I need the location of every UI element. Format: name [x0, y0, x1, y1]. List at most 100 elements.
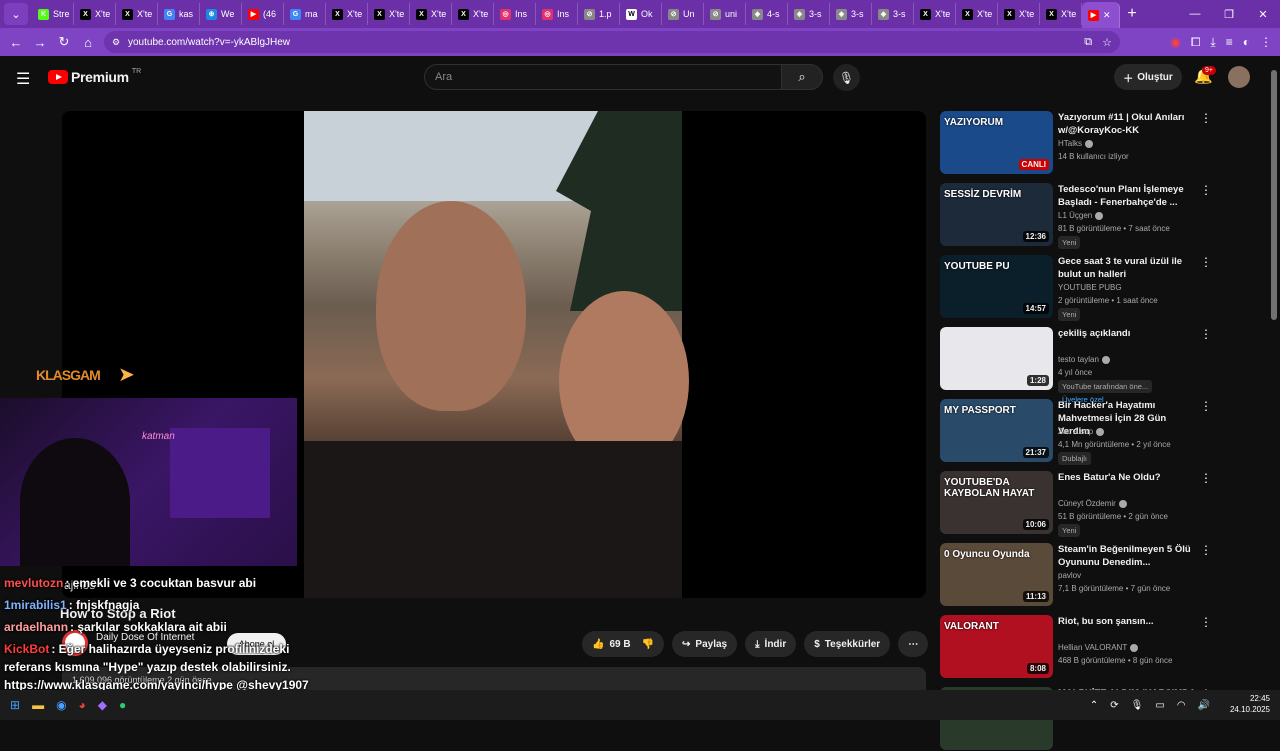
video-thumbnail[interactable]: SESSİZ DEVRİM 12:36 — [940, 183, 1053, 246]
browser-tab[interactable]: ⊘ 1.p — [578, 3, 620, 25]
browser-tab[interactable]: ◈ 4-s — [746, 3, 788, 25]
recommended-video[interactable]: YAZIYORUM CANLI Yazıyorum #11 | Okul Anıla… — [940, 111, 1220, 175]
close-window-icon[interactable]: ✕ — [1246, 8, 1280, 21]
windows-start-icon[interactable]: ⊞ — [10, 698, 20, 712]
browser-tab[interactable]: X X'te — [914, 3, 956, 25]
reload-icon[interactable]: ↻ — [52, 34, 76, 50]
recommended-video[interactable]: VALORANT 8:08 Riot, bu son şansın... Hellia… — [940, 615, 1220, 679]
thumbs-down-icon[interactable]: 👎 — [642, 639, 654, 650]
video-frame[interactable] — [304, 111, 689, 598]
recommended-video[interactable]: MY PASSPORT 21:37 Bir Hacker'a Hayatımı Ma… — [940, 399, 1220, 465]
browser-menu-icon[interactable]: ⋮ — [1260, 35, 1272, 49]
browser-tab[interactable]: ◈ 3-s — [872, 3, 914, 25]
recommended-channel[interactable]: testo taylan — [1058, 355, 1110, 364]
more-options-icon[interactable]: ⋮ — [1200, 615, 1212, 629]
app-taskbar-icon[interactable]: ◆ — [98, 698, 107, 712]
chat-username[interactable]: KickBot — [4, 642, 49, 656]
download-button[interactable]: ⤓ İndir — [745, 631, 797, 657]
browser-tab[interactable]: X X'te — [998, 3, 1040, 25]
media-control-icon[interactable]: ≡ — [1226, 35, 1233, 49]
file-explorer-icon[interactable]: ▬ — [32, 698, 44, 712]
browser-tab[interactable]: ⊘ Un — [662, 3, 704, 25]
recommended-channel[interactable]: YOUTUBE PUBG — [1058, 283, 1122, 292]
browser-tab[interactable]: ⊘ uni — [704, 3, 746, 25]
browser-tab[interactable]: X X'te — [956, 3, 998, 25]
voice-search-button[interactable]: 🎙 — [833, 64, 860, 91]
recommended-title[interactable]: Tedesco'nun Planı İşlemeye Başladı - Fen… — [1058, 183, 1198, 209]
tab-search-button[interactable]: ⌄ — [4, 3, 28, 25]
more-options-icon[interactable]: ⋮ — [1200, 255, 1212, 269]
network-icon[interactable]: ▭ — [1155, 700, 1164, 711]
sync-icon[interactable]: ⟳ — [1110, 700, 1118, 711]
create-button[interactable]: ＋ Oluştur — [1114, 64, 1182, 90]
browser-tab[interactable]: Gma — [284, 3, 326, 25]
download-icon[interactable]: ⤓ — [1210, 35, 1215, 50]
search-input[interactable]: Ara — [424, 64, 782, 90]
back-icon[interactable]: ← — [4, 35, 28, 50]
recommended-channel[interactable]: Hellian VALORANT — [1058, 643, 1139, 652]
forward-icon[interactable]: → — [28, 35, 52, 50]
chrome-taskbar-icon[interactable]: ◕ — [79, 698, 86, 712]
tray-chevron-icon[interactable]: ⌃ — [1090, 700, 1098, 711]
search-button[interactable]: ⌕ — [781, 64, 823, 90]
more-options-icon[interactable]: ⋮ — [1200, 183, 1212, 197]
chat-username[interactable]: 1mirabilis1 — [4, 598, 67, 612]
browser-tab[interactable]: Gkas — [158, 3, 200, 25]
video-thumbnail[interactable]: VALORANT 8:08 — [940, 615, 1053, 678]
account-avatar[interactable] — [1228, 66, 1250, 88]
recommended-channel[interactable]: Cüneyt Özdemir — [1058, 499, 1127, 508]
video-thumbnail[interactable]: YOUTUBE'DA KAYBOLAN HAYAT 10:06 — [940, 471, 1053, 534]
recommended-video[interactable]: 0 Oyuncu Oyunda 11:13 Steam'in Beğenilmeye… — [940, 543, 1220, 607]
chat-username[interactable]: ardaelhann — [4, 620, 68, 634]
browser-tab[interactable]: X X'te — [410, 3, 452, 25]
recommended-title[interactable]: Enes Batur'a Ne Oldu? — [1058, 471, 1198, 484]
recommended-title[interactable]: çekiliş açıklandı — [1058, 327, 1198, 340]
close-tab-icon[interactable]: ✕ — [1103, 10, 1111, 21]
more-options-icon[interactable]: ⋮ — [1200, 399, 1212, 413]
recommended-video[interactable]: 1:28 çekiliş açıklandı testo taylan 4 yıl ö… — [940, 327, 1220, 404]
browser-tab[interactable]: ◎ Ins — [536, 3, 578, 25]
recommended-channel[interactable]: L1 Üçgen — [1058, 211, 1104, 220]
browser-taskbar-icon[interactable]: ◉ — [56, 698, 66, 712]
browser-tab[interactable]: X X'te — [1040, 3, 1082, 25]
video-thumbnail[interactable]: 1:28 — [940, 327, 1053, 390]
like-button[interactable]: 👍 69 B 👎 — [582, 631, 665, 657]
system-clock[interactable]: 22:45 24.10.2025 — [1230, 693, 1270, 715]
recommended-title[interactable]: Steam'in Beğenilmeyen 5 Ölü Oyununu Dene… — [1058, 543, 1198, 569]
recommended-channel[interactable]: pavlov — [1058, 571, 1081, 580]
browser-tab[interactable]: ◎ Ins — [494, 3, 536, 25]
page-scrollbar[interactable] — [1271, 70, 1277, 320]
hamburger-menu-icon[interactable]: ☰ — [16, 69, 30, 89]
tab-youtube-active[interactable]: ▶ ✕ — [1082, 2, 1120, 28]
more-options-icon[interactable]: ⋮ — [1200, 471, 1212, 485]
volume-icon[interactable]: 🔊 — [1198, 700, 1210, 711]
more-options-icon[interactable]: ⋮ — [1200, 111, 1212, 125]
share-button[interactable]: ↪ Paylaş — [672, 631, 738, 657]
video-thumbnail[interactable]: MY PASSPORT 21:37 — [940, 399, 1053, 462]
install-app-icon[interactable]: ⧉ — [1084, 36, 1092, 49]
recommended-video[interactable]: SESSİZ DEVRİM 12:36 Tedesco'nun Planı İşle… — [940, 183, 1220, 249]
profile-icon[interactable]: ◐ — [1243, 35, 1250, 49]
bookmark-star-icon[interactable]: ☆ — [1102, 36, 1112, 49]
mic-tray-icon[interactable]: 🎙 — [1131, 700, 1144, 711]
recommended-video[interactable]: YOUTUBE PU 14:57 Gece saat 3 te vural üzül… — [940, 255, 1220, 321]
browser-tab[interactable]: ▶ (46 — [242, 3, 284, 25]
browser-tab[interactable]: X X'te — [116, 3, 158, 25]
video-thumbnail[interactable]: YAZIYORUM CANLI — [940, 111, 1053, 174]
url-field[interactable]: ⚙ youtube.com/watch?v=-ykABlgJHew ⧉ ☆ — [104, 31, 1120, 53]
extension-red-icon[interactable]: ◉ — [1170, 35, 1180, 49]
recommended-title[interactable]: Gece saat 3 te vural üzül ile bulut un h… — [1058, 255, 1198, 281]
browser-tab[interactable]: ◈ 3-s — [830, 3, 872, 25]
more-options-icon[interactable]: ⋮ — [1200, 327, 1212, 341]
video-thumbnail[interactable]: 0 Oyuncu Oyunda 11:13 — [940, 543, 1053, 606]
recommended-video[interactable]: YOUTUBE'DA KAYBOLAN HAYAT 10:06 Enes Batur… — [940, 471, 1220, 537]
restore-icon[interactable]: ❐ — [1212, 8, 1246, 21]
browser-tab[interactable]: W Ok — [620, 3, 662, 25]
browser-tab[interactable]: K Stre — [32, 3, 74, 25]
site-info-icon[interactable]: ⚙ — [112, 37, 120, 48]
chat-username[interactable]: mevlutozn — [4, 576, 63, 590]
video-thumbnail[interactable]: YOUTUBE PU 14:57 — [940, 255, 1053, 318]
new-tab-button[interactable]: + — [1120, 5, 1144, 23]
youtube-premium-logo[interactable]: Premium TR — [48, 68, 141, 85]
home-icon[interactable]: ⌂ — [76, 35, 100, 50]
